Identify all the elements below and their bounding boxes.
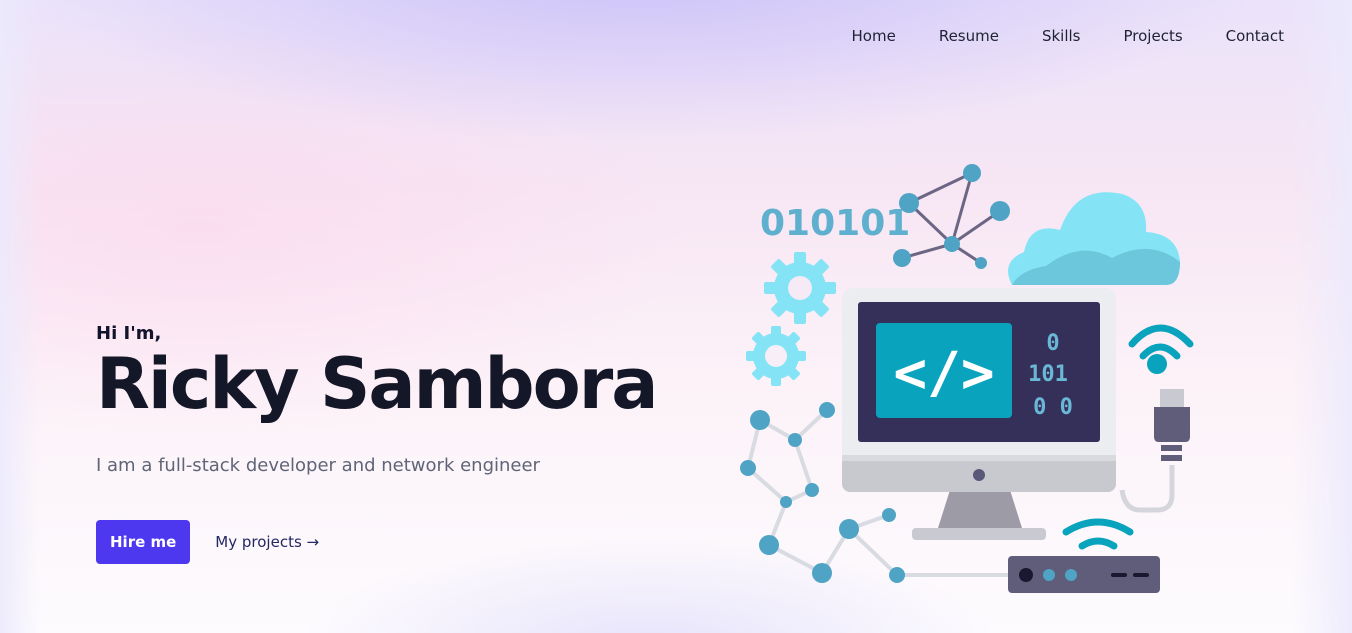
top-navigation: Home Resume Skills Projects Contact [852,26,1284,46]
nav-projects[interactable]: Projects [1124,26,1183,46]
svg-text:0: 0 [1046,331,1059,356]
left-edge-glow [0,0,40,633]
nav-skills[interactable]: Skills [1042,26,1081,46]
hero-section: Hi I'm, Ricky Sambora I am a full-stack … [96,322,659,564]
nav-resume[interactable]: Resume [939,26,999,46]
right-edge-glow [1292,0,1352,633]
gear-icon [764,252,836,324]
hire-me-button[interactable]: Hire me [96,520,191,564]
usb-plug-icon [1119,389,1190,513]
code-symbol: </> [893,341,994,406]
my-projects-link[interactable]: My projects → [215,533,319,551]
nav-home[interactable]: Home [852,26,896,46]
nav-contact[interactable]: Contact [1226,26,1284,46]
monitor-icon: </> 0 101 0 0 [842,288,1116,540]
hero-actions: Hire me My projects → [96,520,656,564]
binary-text: 010101 [760,203,910,244]
svg-text:101: 101 [1028,362,1068,387]
cloud-icon [1008,192,1180,285]
svg-text:0 0: 0 0 [1033,395,1073,420]
gear-small-icon [746,326,806,386]
hero-name: Ricky Sambora [96,343,659,425]
hero-tagline: I am a full-stack developer and network … [96,455,540,476]
wifi-icon [1128,324,1194,360]
developer-illustration: 010101 </> 0 101 0 0 [740,164,1194,593]
